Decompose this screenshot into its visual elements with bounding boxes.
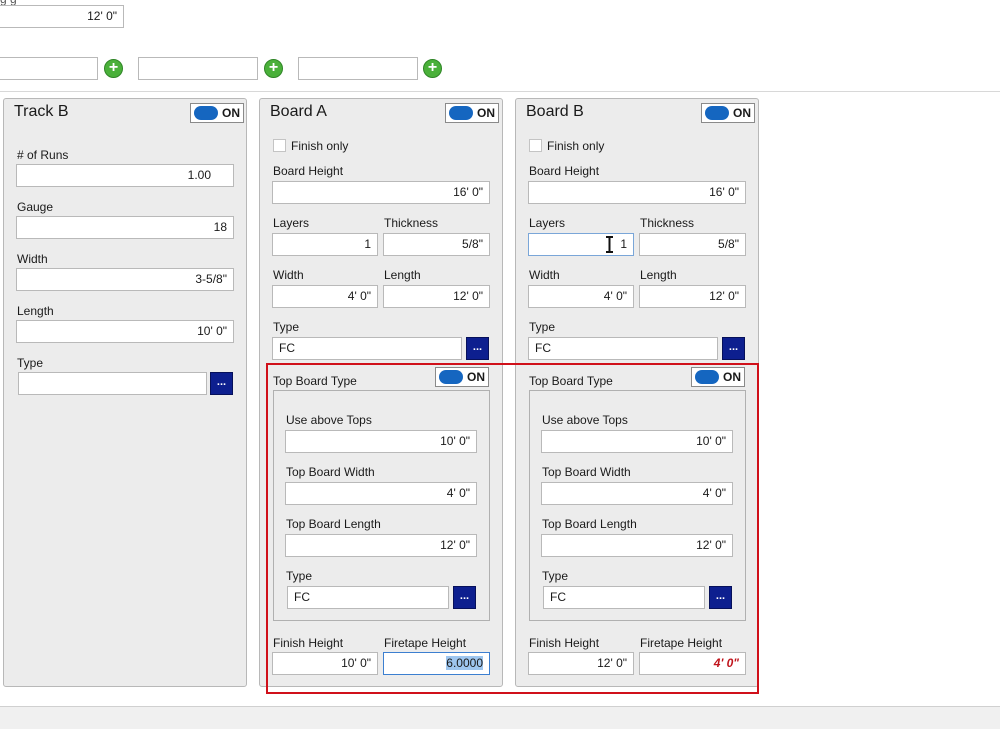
width-label: Width bbox=[17, 252, 48, 266]
layers-label: Layers bbox=[529, 216, 566, 230]
length-label: Length bbox=[384, 268, 421, 282]
type-field[interactable]: FC bbox=[528, 337, 718, 360]
track-b-toggle[interactable]: ON bbox=[190, 103, 244, 123]
board-b-toggle[interactable]: ON bbox=[701, 103, 755, 123]
height-field[interactable]: 12' 0" bbox=[0, 5, 124, 28]
width-field[interactable]: 4' 0" bbox=[272, 285, 378, 308]
text-cursor-icon bbox=[605, 236, 614, 253]
type-browse-button[interactable]: ... bbox=[210, 372, 233, 395]
layers-label: Layers bbox=[273, 216, 310, 230]
panel-title: Board B bbox=[526, 103, 584, 120]
toggle-switch-icon bbox=[705, 106, 729, 120]
type-field[interactable] bbox=[18, 372, 207, 395]
length-label: Length bbox=[17, 304, 54, 318]
toggle-switch-icon bbox=[194, 106, 218, 120]
add-field-1[interactable] bbox=[0, 57, 98, 80]
plus-circle-icon: + bbox=[268, 59, 279, 76]
thickness-field[interactable]: 5/8" bbox=[383, 233, 490, 256]
toggle-label: ON bbox=[477, 106, 495, 120]
add-field-3[interactable] bbox=[298, 57, 418, 80]
add-field-2[interactable] bbox=[138, 57, 258, 80]
runs-label: # of Runs bbox=[17, 148, 69, 162]
type-browse-button[interactable]: ... bbox=[466, 337, 489, 360]
status-bar bbox=[0, 706, 1000, 729]
plus-circle-icon: + bbox=[427, 59, 438, 76]
finish-only-label: Finish only bbox=[547, 139, 605, 153]
type-field[interactable]: FC bbox=[272, 337, 462, 360]
finish-only-checkbox[interactable] bbox=[273, 139, 286, 152]
type-browse-button[interactable]: ... bbox=[722, 337, 745, 360]
toggle-label: ON bbox=[222, 106, 240, 120]
finish-only-checkbox[interactable] bbox=[529, 139, 542, 152]
board-height-field[interactable]: 16' 0" bbox=[528, 181, 746, 204]
width-field[interactable]: 4' 0" bbox=[528, 285, 634, 308]
thickness-label: Thickness bbox=[640, 216, 695, 230]
length-label: Length bbox=[640, 268, 677, 282]
toggle-switch-icon bbox=[449, 106, 473, 120]
length-field[interactable]: 12' 0" bbox=[639, 285, 746, 308]
divider bbox=[0, 91, 1000, 92]
thickness-field[interactable]: 5/8" bbox=[639, 233, 746, 256]
width-label: Width bbox=[529, 268, 560, 282]
ellipsis-icon: ... bbox=[216, 376, 227, 388]
ellipsis-icon: ... bbox=[728, 341, 739, 353]
type-label: Type bbox=[273, 320, 300, 334]
length-field[interactable]: 12' 0" bbox=[383, 285, 490, 308]
type-label: Type bbox=[17, 356, 44, 370]
track-b-panel: Track B ON # of Runs 1.00 Gauge 18 Width… bbox=[3, 98, 247, 687]
gauge-field[interactable]: 18 bbox=[16, 216, 234, 239]
add-button-1[interactable]: + bbox=[104, 59, 123, 78]
type-label: Type bbox=[529, 320, 556, 334]
finish-only-label: Finish only bbox=[291, 139, 349, 153]
panel-title: Track B bbox=[14, 103, 69, 120]
board-height-label: Board Height bbox=[273, 164, 344, 178]
ellipsis-icon: ... bbox=[472, 341, 483, 353]
panel-title: Board A bbox=[270, 103, 327, 120]
thickness-label: Thickness bbox=[384, 216, 439, 230]
width-field[interactable]: 3-5/8" bbox=[16, 268, 234, 291]
layers-field[interactable]: 1 bbox=[528, 233, 634, 256]
layers-field[interactable]: 1 bbox=[272, 233, 378, 256]
width-label: Width bbox=[273, 268, 304, 282]
add-button-3[interactable]: + bbox=[423, 59, 442, 78]
highlight-box bbox=[266, 363, 759, 694]
board-a-toggle[interactable]: ON bbox=[445, 103, 499, 123]
add-button-2[interactable]: + bbox=[264, 59, 283, 78]
plus-circle-icon: + bbox=[108, 59, 119, 76]
gauge-label: Gauge bbox=[17, 200, 54, 214]
toggle-label: ON bbox=[733, 106, 751, 120]
runs-field[interactable]: 1.00 bbox=[16, 164, 234, 187]
board-height-label: Board Height bbox=[529, 164, 600, 178]
board-height-field[interactable]: 16' 0" bbox=[272, 181, 490, 204]
length-field[interactable]: 10' 0" bbox=[16, 320, 234, 343]
